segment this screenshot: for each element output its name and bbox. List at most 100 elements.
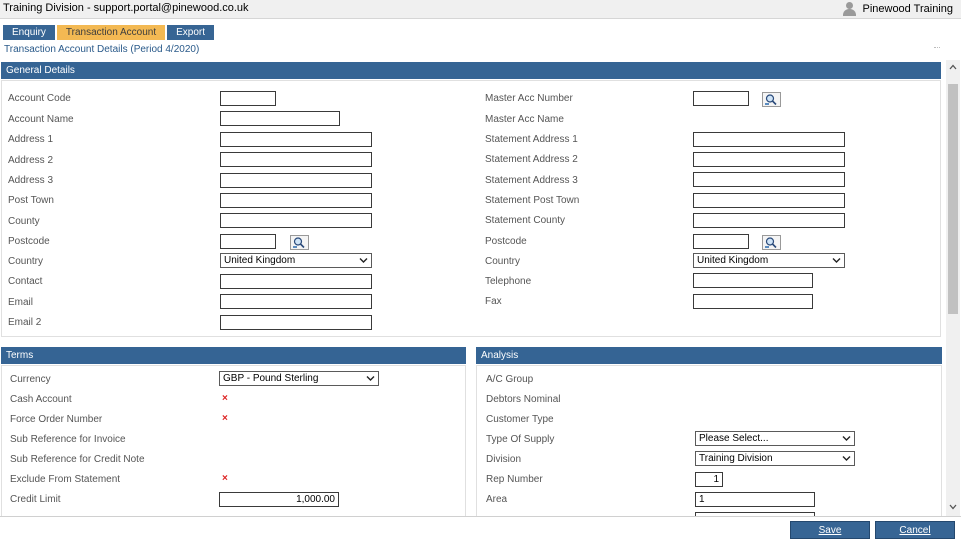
address-1-input[interactable] bbox=[220, 132, 372, 147]
exclude-from-statement-toggle[interactable]: × bbox=[222, 473, 228, 484]
label-exclude-from-statement: Exclude From Statement bbox=[10, 474, 121, 485]
label-account-name: Account Name bbox=[8, 114, 74, 125]
fax-input[interactable] bbox=[693, 294, 813, 309]
currency-select-value: GBP - Pound Sterling bbox=[223, 373, 319, 384]
label-address-2: Address 2 bbox=[8, 155, 54, 166]
label-sub-ref-invoice: Sub Reference for Invoice bbox=[10, 434, 126, 445]
currency-select[interactable]: GBP - Pound Sterling bbox=[219, 371, 379, 386]
label-force-order-number: Force Order Number bbox=[10, 414, 103, 425]
email-input[interactable] bbox=[220, 294, 372, 309]
chevron-down-icon bbox=[842, 436, 851, 441]
scroll-down-icon[interactable] bbox=[949, 504, 957, 510]
statement-postcode-lookup-icon[interactable] bbox=[762, 235, 781, 250]
cancel-button[interactable]: Cancel bbox=[875, 521, 955, 539]
label-area: Area bbox=[486, 494, 508, 505]
label-currency: Currency bbox=[10, 374, 51, 385]
label-email-2: Email 2 bbox=[8, 317, 42, 328]
area-input[interactable] bbox=[695, 492, 815, 507]
country-select-value: United Kingdom bbox=[224, 255, 296, 266]
label-statement-address-2: Statement Address 2 bbox=[485, 154, 578, 165]
tab-transaction-account[interactable]: Transaction Account bbox=[56, 25, 166, 40]
county-input[interactable] bbox=[220, 213, 372, 228]
label-statement-postcode: Postcode bbox=[485, 236, 527, 247]
master-acc-number-input[interactable] bbox=[693, 91, 749, 106]
division-select[interactable]: Training Division bbox=[695, 451, 855, 466]
statement-address-3-input[interactable] bbox=[693, 172, 845, 187]
tab-bar: Enquiry Transaction Account Export bbox=[3, 25, 216, 40]
label-statement-address-1: Statement Address 1 bbox=[485, 134, 578, 145]
label-credit-limit: Credit Limit bbox=[10, 494, 61, 505]
label-type-of-supply: Type Of Supply bbox=[486, 434, 555, 445]
address-3-input[interactable] bbox=[220, 173, 372, 188]
vertical-scrollbar[interactable] bbox=[946, 60, 960, 516]
label-telephone: Telephone bbox=[485, 276, 532, 287]
division-select-value: Training Division bbox=[699, 453, 773, 464]
label-master-acc-name: Master Acc Name bbox=[485, 114, 564, 125]
label-postcode: Postcode bbox=[8, 236, 50, 247]
footer-bar: Save Cancel bbox=[0, 516, 961, 540]
label-cash-account: Cash Account bbox=[10, 394, 72, 405]
general-details-header: General Details bbox=[1, 62, 941, 79]
label-fax: Fax bbox=[485, 296, 502, 307]
content-area: General Details Account Code Account Nam… bbox=[0, 57, 961, 516]
type-of-supply-select[interactable]: Please Select... bbox=[695, 431, 855, 446]
tab-enquiry[interactable]: Enquiry bbox=[3, 25, 55, 40]
statement-country-select-value: United Kingdom bbox=[697, 255, 769, 266]
chevron-down-icon bbox=[842, 456, 851, 461]
user-name: Pinewood Training bbox=[862, 3, 953, 15]
chevron-down-icon bbox=[359, 258, 368, 263]
label-master-acc-number: Master Acc Number bbox=[485, 93, 573, 104]
force-order-number-toggle[interactable]: × bbox=[222, 413, 228, 424]
chevron-down-icon bbox=[366, 376, 375, 381]
type-of-supply-select-value: Please Select... bbox=[699, 433, 769, 444]
email-2-input[interactable] bbox=[220, 315, 372, 330]
statement-post-town-input[interactable] bbox=[693, 193, 845, 208]
postcode-lookup-icon[interactable] bbox=[290, 235, 309, 250]
rep-number-input[interactable] bbox=[695, 472, 723, 487]
chevron-down-icon bbox=[832, 258, 841, 263]
label-statement-county: Statement County bbox=[485, 215, 566, 226]
user-menu[interactable]: Pinewood Training bbox=[843, 2, 953, 16]
cash-account-toggle[interactable]: × bbox=[222, 393, 228, 404]
statement-postcode-input[interactable] bbox=[693, 234, 749, 249]
label-contact: Contact bbox=[8, 276, 43, 287]
label-statement-post-town: Statement Post Town bbox=[485, 195, 580, 206]
label-post-town: Post Town bbox=[8, 195, 54, 206]
scroll-up-icon[interactable] bbox=[949, 64, 957, 70]
label-address-1: Address 1 bbox=[8, 134, 54, 145]
label-address-3: Address 3 bbox=[8, 175, 54, 186]
contact-input[interactable] bbox=[220, 274, 372, 289]
save-button[interactable]: Save bbox=[790, 521, 870, 539]
scrollbar-thumb[interactable] bbox=[948, 84, 958, 314]
statement-county-input[interactable] bbox=[693, 213, 845, 228]
label-account-code: Account Code bbox=[8, 93, 71, 104]
account-name-input[interactable] bbox=[220, 111, 340, 126]
telephone-input[interactable] bbox=[693, 273, 813, 288]
statement-address-1-input[interactable] bbox=[693, 132, 845, 147]
divider bbox=[934, 47, 940, 48]
terms-header: Terms bbox=[1, 347, 466, 364]
label-rep-number: Rep Number bbox=[486, 474, 543, 485]
label-customer-type: Customer Type bbox=[486, 414, 554, 425]
page-title: Transaction Account Details (Period 4/20… bbox=[4, 44, 200, 55]
postcode-input[interactable] bbox=[220, 234, 276, 249]
statement-country-select[interactable]: United Kingdom bbox=[693, 253, 845, 268]
label-statement-country: Country bbox=[485, 256, 521, 267]
label-county: County bbox=[8, 216, 40, 227]
label-country: Country bbox=[8, 256, 44, 267]
credit-limit-input[interactable] bbox=[219, 492, 339, 507]
tab-export[interactable]: Export bbox=[167, 25, 215, 40]
label-debtors-nominal: Debtors Nominal bbox=[486, 394, 561, 405]
user-icon bbox=[843, 2, 857, 16]
window-title: Training Division - support.portal@pinew… bbox=[3, 2, 249, 14]
master-acc-lookup-icon[interactable] bbox=[762, 92, 781, 107]
post-town-input[interactable] bbox=[220, 193, 372, 208]
address-2-input[interactable] bbox=[220, 152, 372, 167]
country-select[interactable]: United Kingdom bbox=[220, 253, 372, 268]
label-ac-group: A/C Group bbox=[486, 374, 534, 385]
label-sub-ref-credit-note: Sub Reference for Credit Note bbox=[10, 454, 145, 465]
account-code-input[interactable] bbox=[220, 91, 276, 106]
statement-address-2-input[interactable] bbox=[693, 152, 845, 167]
label-statement-address-3: Statement Address 3 bbox=[485, 175, 578, 186]
title-bar: Training Division - support.portal@pinew… bbox=[0, 0, 961, 19]
